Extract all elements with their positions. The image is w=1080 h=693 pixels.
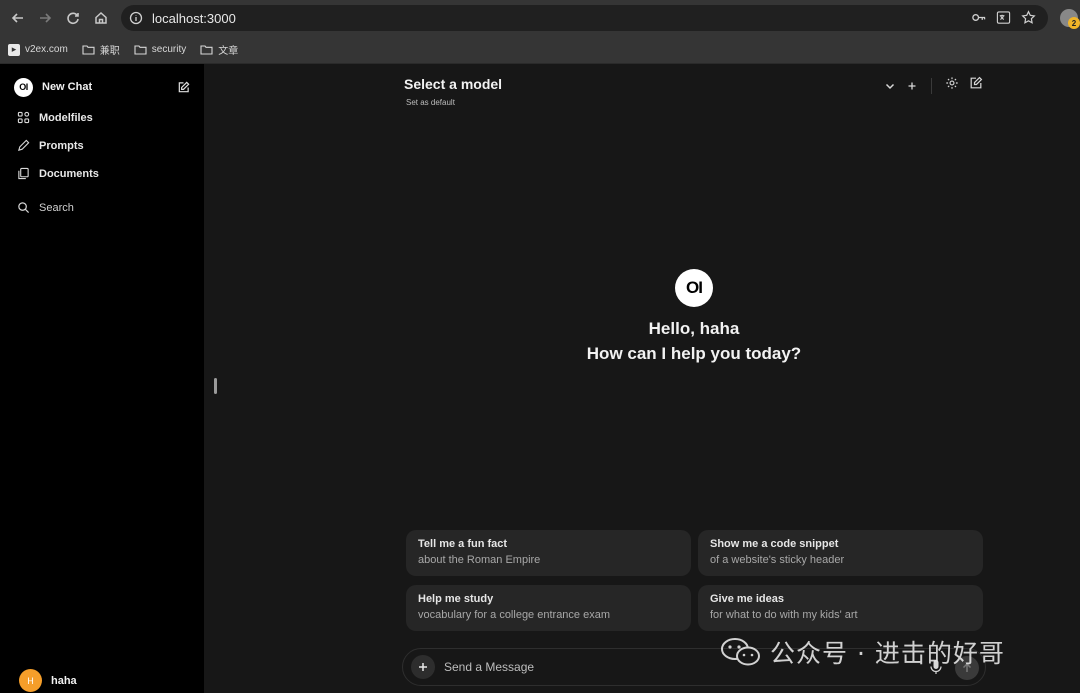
openwebui-logo: OI bbox=[14, 77, 33, 97]
address-bar[interactable]: localhost:3000 bbox=[121, 5, 1048, 31]
bookmark-folder-wenzhang[interactable]: 文章 bbox=[200, 42, 238, 57]
sidebar-resize-handle[interactable] bbox=[214, 378, 217, 394]
suggestion-title: Help me study bbox=[418, 593, 494, 605]
modelfiles-icon bbox=[17, 111, 30, 124]
search-icon bbox=[18, 202, 30, 214]
model-selector[interactable]: Select a model bbox=[404, 76, 502, 92]
reload-icon[interactable] bbox=[59, 4, 87, 32]
message-input[interactable]: Send a Message bbox=[444, 660, 534, 674]
bookmarks-bar: ▸ v2ex.com 兼职 security 文章 bbox=[0, 36, 1080, 64]
bookmark-star-icon[interactable] bbox=[1021, 10, 1036, 25]
suggestion-title: Show me a code snippet bbox=[710, 538, 839, 550]
chevron-down-icon[interactable] bbox=[884, 80, 896, 92]
suggestion-subtitle: about the Roman Empire bbox=[418, 554, 541, 566]
sidebar-search[interactable]: Search bbox=[17, 201, 74, 214]
avatar: H bbox=[19, 669, 42, 692]
folder-icon bbox=[200, 45, 213, 55]
edit-icon bbox=[970, 76, 983, 89]
new-chat-edit-icon[interactable] bbox=[177, 81, 190, 94]
documents-icon bbox=[18, 167, 29, 180]
greeting: Hello, haha bbox=[648, 319, 740, 338]
search-label: Search bbox=[39, 201, 74, 214]
wechat-watermark: 公众号 · 进击的好哥 bbox=[720, 634, 1005, 670]
bookmark-label: security bbox=[151, 44, 187, 55]
url-text: localhost:3000 bbox=[152, 10, 236, 26]
sidebar-item-modelfiles[interactable]: Modelfiles bbox=[17, 111, 93, 124]
header-actions bbox=[884, 76, 983, 95]
prompt-question: How can I help you today? bbox=[586, 344, 802, 363]
folder-icon bbox=[82, 45, 95, 55]
suggestion-subtitle: vocabulary for a college entrance exam bbox=[418, 609, 610, 621]
v2ex-favicon-icon: ▸ bbox=[8, 43, 20, 56]
bookmark-label: 兼职 bbox=[99, 46, 120, 57]
wechat-logo-icon bbox=[721, 638, 760, 666]
password-key-icon[interactable] bbox=[971, 10, 986, 25]
new-chat-button[interactable] bbox=[969, 76, 983, 95]
attach-button[interactable] bbox=[411, 655, 435, 679]
sidebar-item-documents[interactable]: Documents bbox=[17, 167, 99, 180]
add-model-icon[interactable] bbox=[906, 80, 918, 92]
sidebar: OI New Chat Modelfiles Prompts Documents… bbox=[0, 64, 204, 693]
home-icon[interactable] bbox=[87, 4, 115, 32]
back-icon[interactable] bbox=[4, 4, 32, 32]
sidebar-item-prompts[interactable]: Prompts bbox=[17, 139, 84, 152]
suggestion-title: Give me ideas bbox=[710, 593, 784, 605]
suggestion-card[interactable]: Help me study vocabulary for a college e… bbox=[406, 585, 691, 631]
browser-toolbar: localhost:3000 2 bbox=[0, 0, 1080, 36]
set-default-link[interactable]: Set as default bbox=[406, 98, 455, 107]
suggestion-subtitle: for what to do with my kids' art bbox=[710, 609, 858, 621]
openwebui-hero-logo: OI bbox=[675, 269, 713, 307]
gear-icon bbox=[946, 77, 958, 89]
bookmark-folder-security[interactable]: security bbox=[134, 44, 186, 55]
sidebar-item-label: Documents bbox=[39, 167, 99, 180]
header-divider bbox=[931, 77, 932, 94]
plus-icon bbox=[419, 663, 427, 671]
bookmark-v2ex[interactable]: ▸ v2ex.com bbox=[8, 43, 68, 56]
username: haha bbox=[51, 674, 77, 687]
new-chat-row[interactable]: OI New Chat bbox=[14, 77, 190, 97]
suggestion-subtitle: of a website's sticky header bbox=[710, 554, 845, 566]
suggestion-card[interactable]: Show me a code snippet of a website's st… bbox=[698, 530, 983, 576]
sidebar-item-label: Prompts bbox=[39, 139, 84, 152]
folder-icon bbox=[134, 45, 147, 55]
bookmark-label: 文章 bbox=[218, 46, 239, 57]
extension-badge: 2 bbox=[1068, 17, 1080, 29]
new-chat-label: New Chat bbox=[42, 81, 93, 93]
settings-button[interactable] bbox=[945, 76, 959, 95]
pencil-icon bbox=[18, 139, 30, 151]
bookmark-folder-jianzhi[interactable]: 兼职 bbox=[82, 42, 120, 57]
suggestion-card[interactable]: Give me ideas for what to do with my kid… bbox=[698, 585, 983, 631]
watermark-text: 公众号 · 进击的好哥 bbox=[770, 639, 1005, 668]
site-info-icon[interactable] bbox=[129, 11, 143, 25]
suggestion-card[interactable]: Tell me a fun fact about the Roman Empir… bbox=[406, 530, 691, 576]
bookmark-label: v2ex.com bbox=[25, 44, 68, 55]
translate-icon[interactable] bbox=[996, 10, 1011, 25]
suggestion-title: Tell me a fun fact bbox=[418, 538, 508, 550]
sidebar-item-label: Modelfiles bbox=[39, 111, 93, 124]
forward-icon[interactable] bbox=[31, 4, 59, 32]
user-menu[interactable]: H haha bbox=[19, 669, 77, 692]
